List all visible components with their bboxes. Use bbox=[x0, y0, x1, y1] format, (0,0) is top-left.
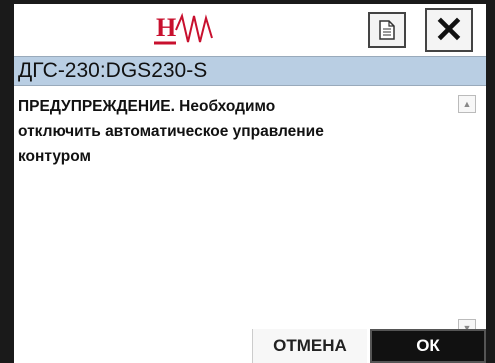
dialog-screen: H ✕ ДГС-230:DGS230-S ПРЕДУПРЕЖДЕНИЕ. Нео… bbox=[14, 4, 486, 363]
dialog-titlebar: ДГС-230:DGS230-S bbox=[14, 56, 486, 86]
chevron-up-icon: ▲ bbox=[462, 99, 472, 109]
logo-letter: H bbox=[156, 13, 176, 42]
ok-button-label: ОК bbox=[416, 336, 440, 355]
close-button[interactable]: ✕ bbox=[425, 8, 473, 52]
message-area: ПРЕДУПРЕЖДЕНИЕ. Необходимо отключить авт… bbox=[14, 86, 486, 337]
document-icon bbox=[379, 20, 395, 40]
dialog-header: H ✕ bbox=[14, 4, 486, 56]
cancel-button-label: ОТМЕНА bbox=[273, 336, 347, 355]
close-icon: ✕ bbox=[433, 9, 465, 50]
dialog-title: ДГС-230:DGS230-S bbox=[18, 59, 208, 82]
device-frame: H ✕ ДГС-230:DGS230-S ПРЕДУПРЕЖДЕНИЕ. Нео… bbox=[0, 0, 495, 363]
scroll-up-button[interactable]: ▲ bbox=[458, 95, 476, 113]
ok-button[interactable]: ОК bbox=[370, 329, 486, 363]
waveform-logo-icon: H bbox=[154, 12, 213, 45]
dialog-footer: ОТМЕНА ОК bbox=[14, 329, 486, 363]
warning-message: ПРЕДУПРЕЖДЕНИЕ. Необходимо отключить авт… bbox=[18, 98, 324, 165]
document-button[interactable] bbox=[368, 12, 406, 48]
cancel-button[interactable]: ОТМЕНА bbox=[252, 329, 367, 363]
